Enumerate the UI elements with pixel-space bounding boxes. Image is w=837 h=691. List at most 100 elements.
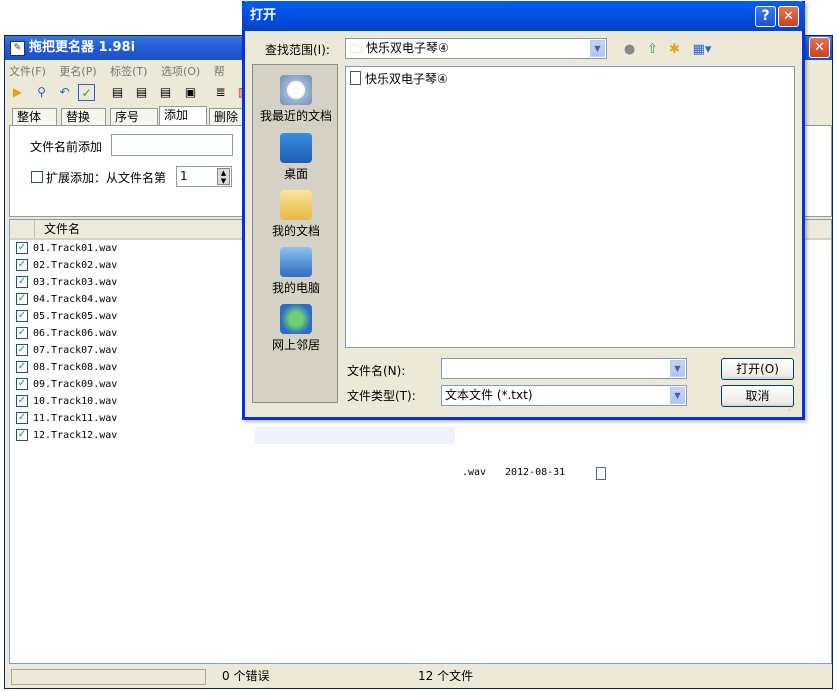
open-folder-icon[interactable]: ▶ [9,84,26,101]
filetype-select[interactable]: 文本文件 (*.txt) ▼ [441,385,687,406]
table-row[interactable]: ✓ 12.Track12.wav [10,427,650,444]
back-icon[interactable]: ● [621,41,638,58]
row-filename: 01.Track01.wav [33,243,118,254]
header-filename[interactable]: 文件名 [44,220,80,238]
extend-start-value: 1 [180,169,188,183]
row-checkbox[interactable]: ✓ [16,344,28,356]
status-errors: 0 个错误 [222,669,270,683]
doc4-icon[interactable]: ▣ [182,84,199,101]
menu-tag[interactable]: 标签(T) [110,65,147,78]
menu-rename[interactable]: 更名(P) [59,65,96,78]
resize-grip-icon[interactable]: ⋰ [788,403,796,412]
row-filename: 02.Track02.wav [33,260,118,271]
check-icon[interactable]: ✓ [78,84,95,101]
row-highlight [255,427,455,444]
row-filename: 04.Track04.wav [33,294,118,305]
lookin-combo[interactable]: 🗀 快乐双电子琴④ ▼ [345,38,607,59]
row-checkbox[interactable]: ✓ [16,361,28,373]
doc2-icon[interactable]: ▤ [133,84,150,101]
extend-add-checkbox[interactable] [31,171,43,183]
row-filename: 06.Track06.wav [33,328,118,339]
recent-docs-icon [280,75,312,105]
menubar: 文件(F) 更名(P) 标签(T) 选项(O) 帮 [9,63,235,81]
main-title: 拖把更名器 1.98i [29,40,136,55]
place-network-label: 网上邻居 [271,338,320,352]
place-network[interactable]: 网上邻居 [253,304,339,353]
open-button[interactable]: 打开(O) [721,358,794,380]
text-file-icon [350,71,361,85]
tab-add[interactable]: 添加 [159,106,207,125]
prefix-label: 文件名前添加 [30,140,103,154]
row-filename: 08.Track08.wav [33,362,118,373]
row-checkbox[interactable]: ✓ [16,378,28,390]
folder-icon: 🗀 [350,42,363,56]
view-menu-icon[interactable]: ▦▾ [690,41,714,58]
places-bar: 我最近的文档 桌面 我的文档 我的电脑 网上邻居 [252,64,338,403]
header-check-column [10,220,35,238]
search-icon[interactable]: ⚲ [33,84,50,101]
row-checkbox[interactable]: ✓ [16,429,28,441]
doc3-icon[interactable]: ▤ [157,84,174,101]
file-item[interactable]: 快乐双电子琴④ [350,70,448,87]
filetype-dropdown-icon[interactable]: ▼ [670,387,685,404]
network-places-icon [280,304,312,334]
spin-arrows-icon[interactable]: ▲ ▼ [217,168,230,185]
help-button[interactable]: ? [755,6,776,27]
desktop-icon [280,133,312,163]
row-checkbox[interactable]: ✓ [16,259,28,271]
status-progress [11,669,206,685]
undo-icon[interactable]: ↶ [56,84,73,101]
place-mydocs[interactable]: 我的文档 [253,190,339,239]
row-checkbox[interactable]: ✓ [16,327,28,339]
lookin-label: 查找范围(I): [265,43,330,57]
row12-ext: .wav [462,467,487,478]
status-files: 12 个文件 [418,669,474,683]
menu-file[interactable]: 文件(F) [9,65,46,78]
my-computer-icon [280,247,312,277]
menu-help[interactable]: 帮 [214,65,225,78]
filename-input[interactable]: ▼ [441,358,687,379]
dialog-file-list: 快乐双电子琴④ [345,66,795,348]
new-folder-icon[interactable]: ✱ [666,41,683,58]
filename-label: 文件名(N): [347,364,406,378]
main-close-button[interactable]: ✕ [809,37,830,58]
app-icon: ✎ [10,41,25,56]
tab-sequence[interactable]: 序号 [110,108,158,125]
list-icon[interactable]: ≣ [212,84,229,101]
row-filename: 09.Track09.wav [33,379,118,390]
row-checkbox[interactable]: ✓ [16,293,28,305]
my-documents-icon [280,190,312,220]
row-checkbox[interactable]: ✓ [16,310,28,322]
menu-options[interactable]: 选项(O) [161,65,200,78]
dialog-titlebar[interactable]: 打开 ? ✕ [242,1,805,31]
chevron-down-icon[interactable]: ▼ [590,40,605,57]
tab-overall[interactable]: 整体 [12,108,57,125]
prefix-input[interactable] [111,134,233,156]
up-folder-icon[interactable]: ⇧ [644,41,661,58]
file-icon [596,467,606,480]
place-recent-label: 我最近的文档 [259,109,332,123]
file-item-label: 快乐双电子琴④ [365,72,448,86]
tab-replace[interactable]: 替换 [61,108,106,125]
row-checkbox[interactable]: ✓ [16,412,28,424]
filetype-value: 文本文件 (*.txt) [445,388,533,402]
row-checkbox[interactable]: ✓ [16,395,28,407]
doc-icon[interactable]: ▤ [109,84,126,101]
row-filename: 12.Track12.wav [33,430,118,441]
row-filename: 10.Track10.wav [33,396,118,407]
row-checkbox[interactable]: ✓ [16,242,28,254]
lookin-value: 快乐双电子琴④ [366,41,449,55]
place-mydocs-label: 我的文档 [271,224,320,238]
extend-start-stepper[interactable]: 1 ▲ ▼ [176,166,232,187]
place-recent[interactable]: 我最近的文档 [253,75,339,124]
dialog-close-button[interactable]: ✕ [778,6,799,27]
row-checkbox[interactable]: ✓ [16,276,28,288]
place-mycomputer[interactable]: 我的电脑 [253,247,339,296]
cancel-button[interactable]: 取消 [721,385,794,407]
filetype-label: 文件类型(T): [347,389,416,403]
place-desktop[interactable]: 桌面 [253,133,339,182]
dialog-title: 打开 [250,8,277,23]
extend-add-label: 扩展添加：从文件名第 [46,171,167,185]
status-bar: 0 个错误 12 个文件 [9,669,830,687]
filename-dropdown-icon[interactable]: ▼ [670,360,685,377]
